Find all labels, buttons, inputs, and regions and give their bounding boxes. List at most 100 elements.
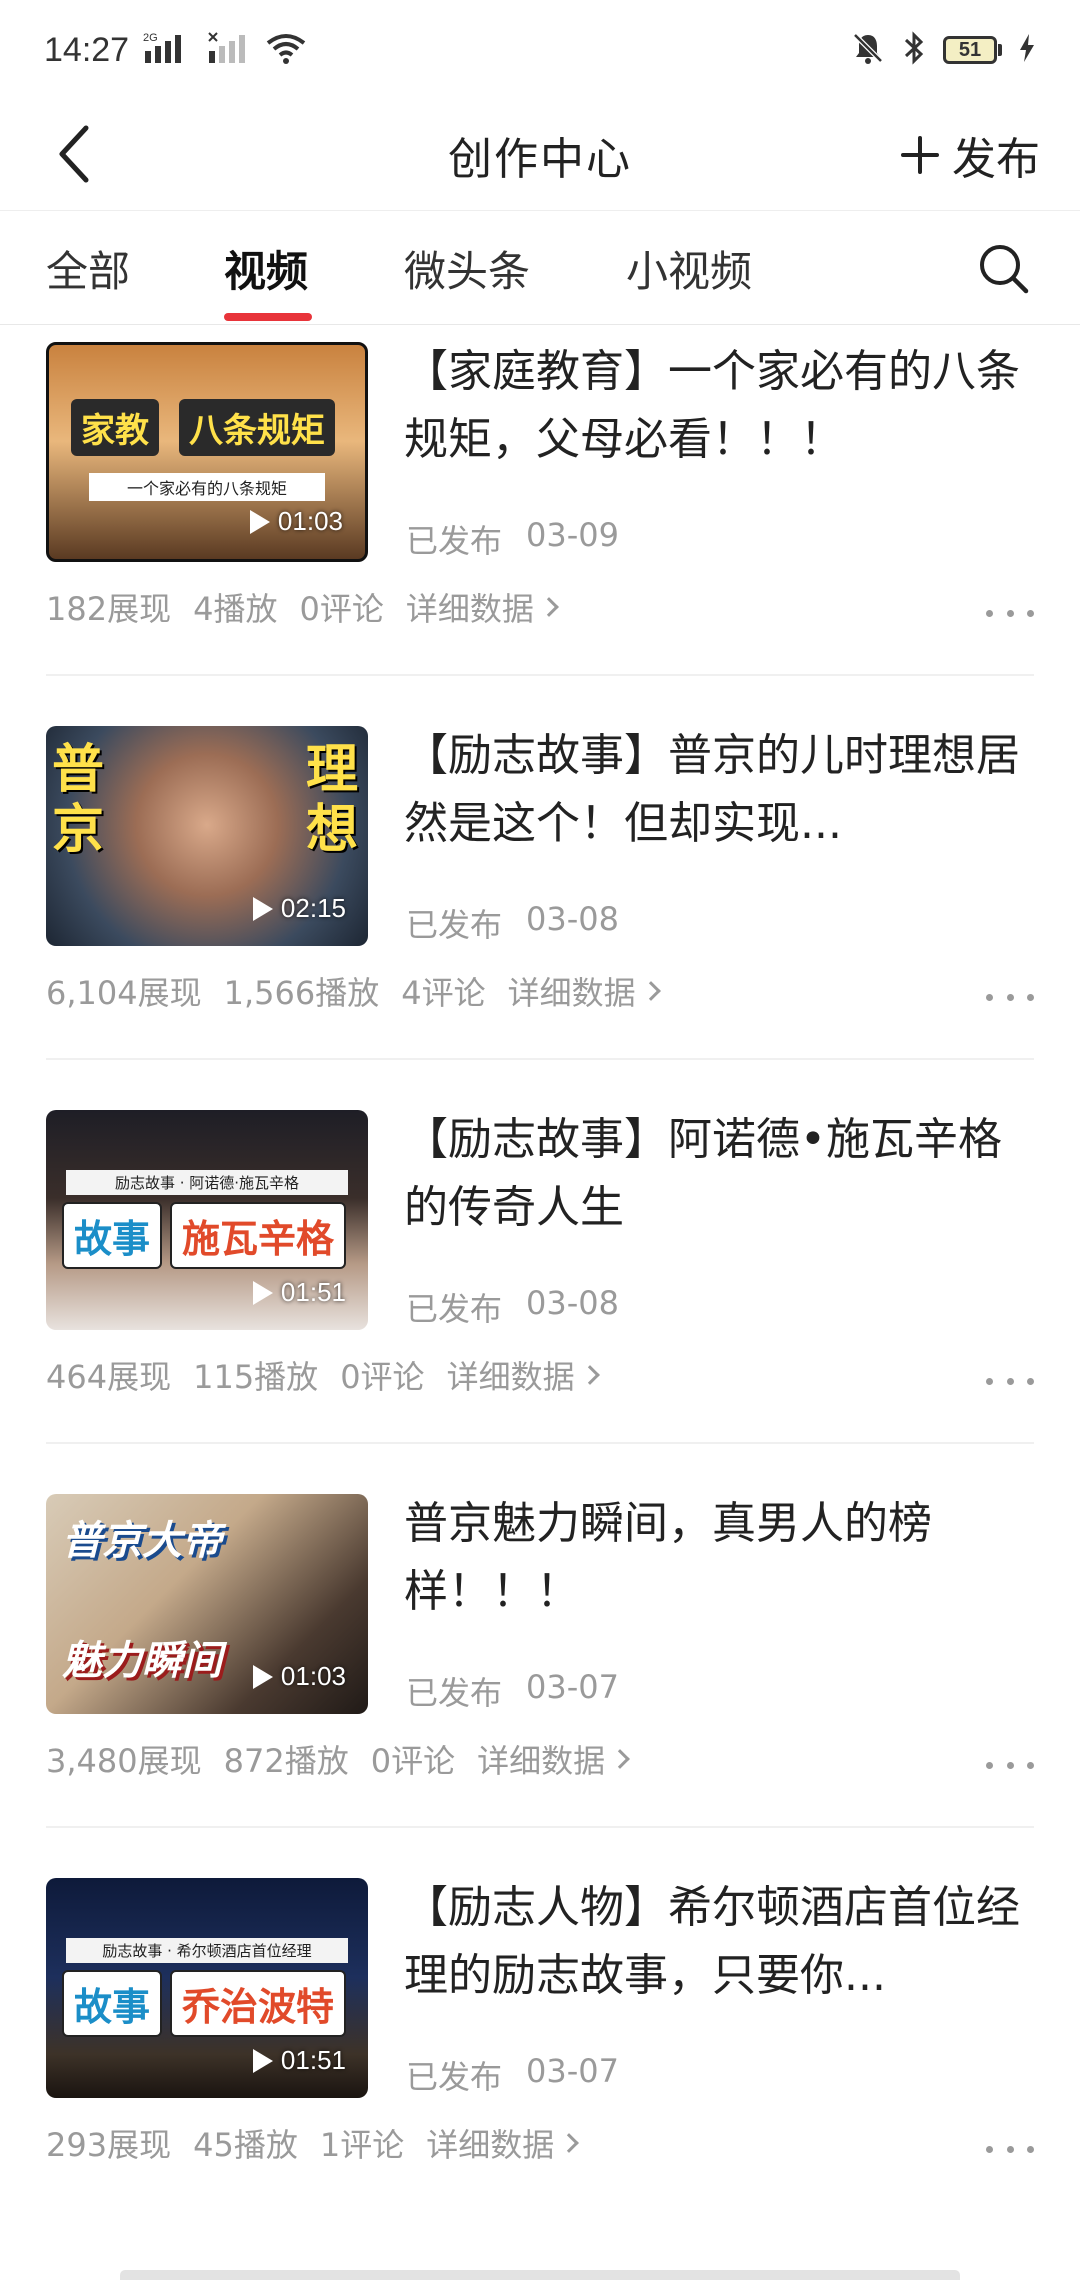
list-item[interactable]: 励志故事 · 阿诺德·施瓦辛格 故事 施瓦辛格 01:51 【励志故事】阿诺德•… [0,1094,1080,1478]
thumbnail-tag-left: 故事 [62,1970,163,2037]
video-thumbnail[interactable]: 普京大帝 魅力瞬间 01:03 [46,1494,368,1714]
video-duration: 01:03 [249,506,343,537]
detail-data-label: 详细数据 [426,2126,555,2164]
thumbnail-tag-left: 普京大帝 [62,1518,222,1564]
publish-meta: 已发布 03-09 [406,516,619,562]
duration-text: 01:51 [280,2045,346,2075]
thumbnail-tag-right: 八条规矩 [179,399,335,456]
chevron-right-icon [538,597,559,617]
more-dot-icon [986,993,993,1001]
play-icon [252,2048,273,2073]
status-right: 51 [851,30,1036,70]
tab-video[interactable]: 视频 [224,233,308,303]
chevron-right-icon [559,2133,580,2153]
thumbnail-tag-left: 家教 [71,399,159,456]
publish-status: 已发布 [406,906,503,944]
video-thumbnail[interactable]: 励志故事 · 阿诺德·施瓦辛格 故事 施瓦辛格 01:51 [46,1110,368,1330]
list-item[interactable]: 普京 理想 02:15 【励志故事】普京的儿时理想居然是这个！但却实现... 已… [0,710,1080,1094]
more-dot-icon [986,609,993,617]
detail-data-label: 详细数据 [477,1742,606,1780]
wifi-icon [265,31,307,69]
thumbnail-subtitle: 励志故事 · 阿诺德·施瓦辛格 [66,1170,348,1195]
publish-meta: 已发布 03-08 [406,1284,619,1330]
video-duration: 02:15 [252,893,346,924]
publish-label: 发布 [952,134,1040,185]
divider [46,1826,1034,1828]
network-type-label: 2G [143,32,158,44]
chevron-right-icon [610,1749,631,1769]
publish-date: 03-07 [526,1668,619,1706]
impressions-count: 3,480展现 [46,1742,202,1780]
video-thumbnail[interactable]: 家教 八条规矩 一个家必有的八条规矩 01:03 [46,342,368,562]
search-icon [980,245,1029,294]
plus-icon [901,136,939,174]
publish-meta: 已发布 03-08 [406,900,619,946]
plays-count: 4播放 [193,590,278,628]
tab-all[interactable]: 全部 [46,233,130,303]
tab-micro-headline[interactable]: 微头条 [404,233,530,303]
thumbnail-tag-left: 普京 [52,740,105,860]
divider [46,1058,1034,1060]
video-title[interactable]: 【励志故事】普京的儿时理想居然是这个！但却实现... [404,722,1044,858]
duration-text: 02:15 [280,893,346,923]
publish-button[interactable]: 发布 [900,120,1040,190]
video-title[interactable]: 【励志人物】希尔顿酒店首位经理的励志故事，只要你... [404,1874,1044,2010]
more-options-button[interactable] [980,1750,1040,1780]
play-icon [249,509,270,534]
comments-count: 0评论 [299,590,384,628]
video-title[interactable]: 普京魅力瞬间，真男人的榜样！！！ [404,1490,1044,1626]
duration-text: 01:03 [280,1661,346,1691]
impressions-count: 6,104展现 [46,974,202,1012]
detail-data-link[interactable]: 详细数据 [405,584,559,630]
detail-data-link[interactable]: 详细数据 [477,1736,631,1782]
play-icon [252,1664,273,1689]
list-item[interactable]: 家教 八条规矩 一个家必有的八条规矩 01:03 【家庭教育】一个家必有的八条规… [0,326,1080,710]
thumbnail-subtitle: 一个家必有的八条规矩 [89,473,325,501]
thumbnail-tag-right: 理想 [306,740,359,860]
video-thumbnail[interactable]: 普京 理想 02:15 [46,726,368,946]
comments-count: 0评论 [340,1358,425,1396]
comments-count: 4评论 [401,974,486,1012]
active-tab-indicator [224,313,312,321]
plays-count: 45播放 [193,2126,298,2164]
list-item[interactable]: 励志故事 · 希尔顿酒店首位经理 故事 乔治波特 01:51 【励志人物】希尔顿… [0,1862,1080,2246]
search-button[interactable] [968,233,1040,305]
status-bar: 14:27 2G 51 [0,0,1080,100]
detail-data-link[interactable]: 详细数据 [426,2120,580,2166]
back-button[interactable] [40,118,112,190]
battery-icon: 51 [943,36,1002,64]
more-dot-icon [986,2145,993,2153]
comments-count: 0评论 [370,1742,456,1780]
status-time: 14:27 [44,30,130,69]
publish-meta: 已发布 03-07 [406,1668,619,1714]
thumbnail-tag-right: 魅力瞬间 [62,1638,222,1684]
impressions-count: 293展现 [46,2126,172,2164]
video-stats: 182展现 4播放 0评论 详细数据 [46,584,559,630]
detail-data-label: 详细数据 [405,590,534,628]
thumbnail-tag-right: 施瓦辛格 [170,1202,347,1269]
detail-data-link[interactable]: 详细数据 [507,968,661,1014]
video-title[interactable]: 【家庭教育】一个家必有的八条规矩，父母必看！！！ [404,338,1044,474]
detail-data-label: 详细数据 [507,974,636,1012]
video-stats: 3,480展现 872播放 0评论 详细数据 [46,1736,631,1782]
detail-data-link[interactable]: 详细数据 [447,1352,600,1398]
more-options-button[interactable] [980,1366,1040,1396]
header: 创作中心 发布 [0,100,1080,210]
signal-icon: 2G [143,31,193,69]
bottom-edge-bar [120,2270,960,2280]
more-options-button[interactable] [980,598,1040,628]
mute-bell-icon [851,31,885,69]
video-thumbnail[interactable]: 励志故事 · 希尔顿酒店首位经理 故事 乔治波特 01:51 [46,1878,368,2098]
chevron-right-icon [640,981,661,1001]
video-stats: 293展现 45播放 1评论 详细数据 [46,2120,580,2166]
bluetooth-icon [901,30,927,70]
more-options-button[interactable] [980,982,1040,1012]
video-title[interactable]: 【励志故事】阿诺德•施瓦辛格的传奇人生 [404,1106,1044,1242]
publish-status: 已发布 [406,1674,503,1712]
list-item[interactable]: 普京大帝 魅力瞬间 01:03 普京魅力瞬间，真男人的榜样！！！ 已发布 03-… [0,1478,1080,1862]
plays-count: 115播放 [193,1358,319,1396]
plays-count: 872播放 [223,1742,349,1780]
more-options-button[interactable] [980,2134,1040,2164]
signal-2-icon [207,31,251,69]
tab-short-video[interactable]: 小视频 [626,233,752,303]
